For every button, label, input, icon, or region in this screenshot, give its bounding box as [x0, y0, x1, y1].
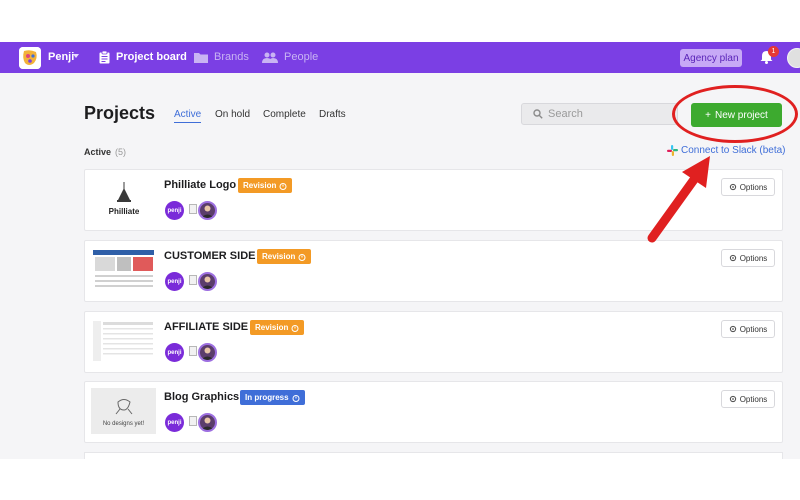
penji-avatar[interactable]: penji	[165, 413, 184, 432]
search-input[interactable]	[521, 103, 678, 125]
status-badge-label: Revision	[262, 252, 296, 261]
designer-avatar[interactable]	[198, 413, 217, 432]
status-badge-label: In progress	[245, 393, 289, 402]
options-button[interactable]: Options	[721, 320, 775, 338]
chevron-down-icon[interactable]	[73, 54, 79, 58]
timer-icon	[291, 324, 299, 332]
project-row[interactable]: No designs yet! Blog Graphics In progres…	[84, 381, 783, 443]
people-icon	[262, 52, 278, 63]
status-badge: In progress	[240, 390, 305, 405]
status-badge: Revision	[250, 320, 305, 335]
project-thumbnail: No designs yet!	[91, 388, 156, 434]
status-badge-label: Revision	[255, 323, 289, 332]
project-name[interactable]: Philliate Logo	[164, 179, 236, 191]
broken-image-icon	[189, 346, 197, 356]
tab-on-hold[interactable]: On hold	[215, 109, 250, 120]
penji-avatar[interactable]: penji	[165, 201, 184, 220]
project-name[interactable]: Blog Graphics	[164, 391, 239, 403]
nav-brands[interactable]: Brands	[194, 50, 249, 64]
options-label: Options	[739, 394, 768, 404]
options-button[interactable]: Options	[721, 178, 775, 196]
options-button[interactable]: Options	[721, 249, 775, 267]
project-name[interactable]: CUSTOMER SIDE	[164, 250, 255, 262]
nav-brands-label: Brands	[214, 51, 249, 63]
broken-image-icon	[189, 204, 197, 214]
status-badge: Revision	[238, 178, 293, 193]
penji-avatar[interactable]: penji	[165, 343, 184, 362]
nav-project-board[interactable]: Project board	[99, 50, 187, 64]
timer-icon	[292, 394, 300, 402]
designer-avatar[interactable]	[198, 201, 217, 220]
no-designs-text: No designs yet!	[103, 421, 145, 427]
thumbnail-logo-text: Philliate	[109, 207, 140, 216]
top-navigation-bar: Penji Project board Brands People Agency…	[0, 42, 800, 73]
section-count: (5)	[115, 147, 127, 157]
highlight-circle-annotation	[672, 85, 798, 143]
options-label: Options	[739, 182, 768, 192]
agency-plan-button[interactable]: Agency plan	[680, 49, 742, 67]
gear-icon	[729, 254, 736, 262]
clipboard-icon	[99, 50, 110, 63]
status-badge: Revision	[257, 249, 312, 264]
timer-icon	[298, 253, 306, 261]
broken-image-icon	[189, 275, 197, 285]
search-icon	[533, 109, 543, 119]
section-label: Active (5)	[84, 147, 126, 157]
brand-name[interactable]: Penji	[48, 51, 74, 63]
nav-people[interactable]: People	[262, 50, 318, 64]
broken-image-icon	[189, 416, 197, 426]
penji-logo-icon[interactable]	[19, 47, 41, 69]
project-thumbnail: Philliate	[91, 176, 156, 222]
project-name[interactable]: AFFILIATE SIDE	[164, 321, 248, 333]
tab-drafts[interactable]: Drafts	[319, 109, 346, 120]
section-label-text: Active	[84, 147, 112, 157]
project-row[interactable]: AFFILIATE SIDE Revision penji Options	[84, 311, 783, 373]
gear-icon	[729, 183, 736, 191]
bottom-margin	[0, 459, 800, 500]
status-badge-label: Revision	[243, 181, 277, 190]
notification-badge: 1	[768, 46, 779, 57]
annotation-arrow-icon	[647, 156, 710, 243]
page-title: Projects	[84, 103, 156, 123]
penji-avatar[interactable]: penji	[165, 272, 184, 291]
options-button[interactable]: Options	[721, 390, 775, 408]
project-thumbnail	[91, 247, 156, 293]
options-label: Options	[739, 253, 768, 263]
user-avatar[interactable]	[787, 48, 800, 68]
designer-avatar[interactable]	[198, 343, 217, 362]
screenshot-stage: Penji Project board Brands People Agency…	[0, 0, 800, 500]
timer-icon	[279, 182, 287, 190]
gear-icon	[729, 395, 736, 403]
folder-icon	[194, 52, 208, 63]
project-thumbnail	[91, 318, 156, 364]
options-label: Options	[739, 324, 768, 334]
nav-people-label: People	[284, 51, 319, 63]
search-placeholder: Search	[548, 108, 583, 120]
designer-avatar[interactable]	[198, 272, 217, 291]
tab-complete[interactable]: Complete	[263, 109, 306, 120]
nav-project-board-label: Project board	[116, 51, 187, 63]
gear-icon	[729, 325, 736, 333]
tab-active[interactable]: Active	[174, 109, 202, 123]
